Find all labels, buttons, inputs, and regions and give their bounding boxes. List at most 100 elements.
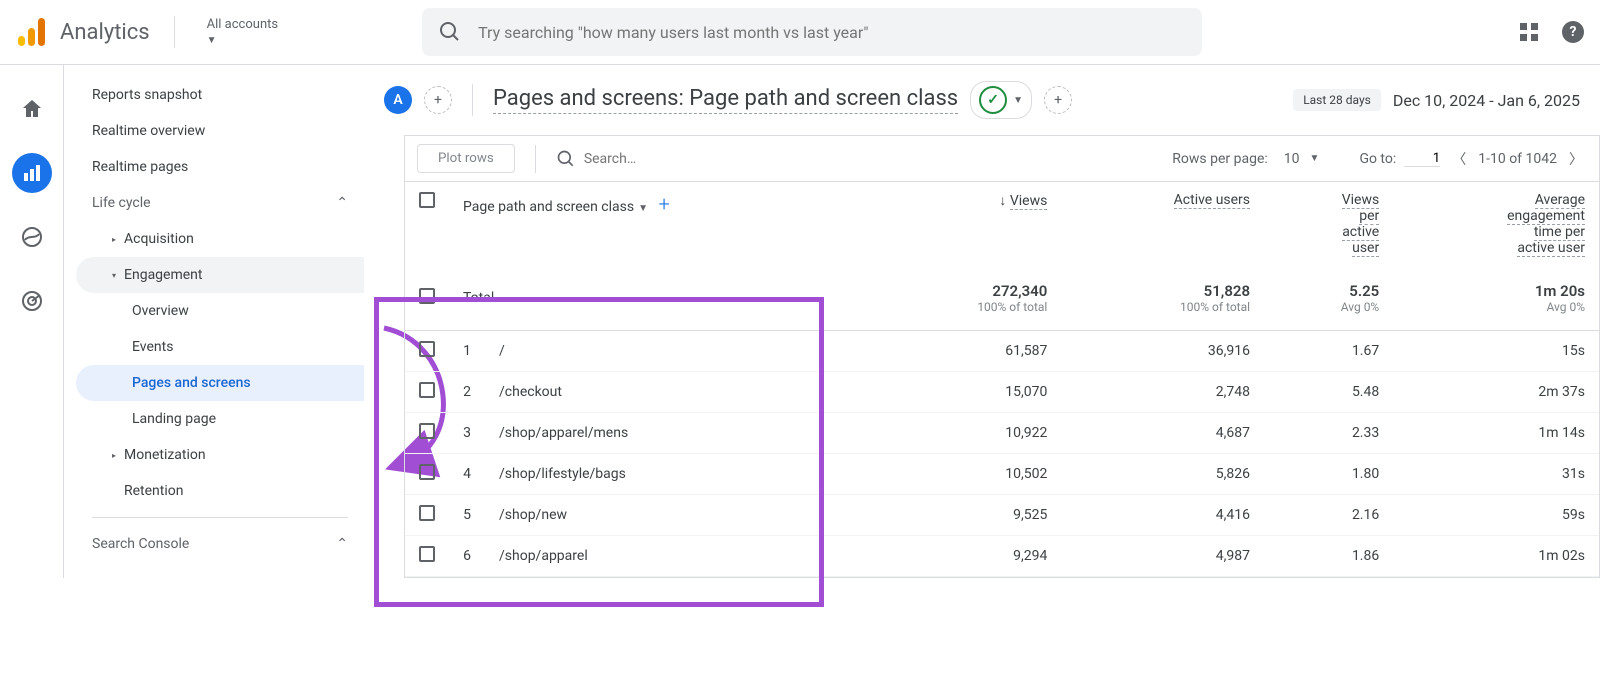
table-row[interactable]: 1/61,58736,9161.6715s: [405, 331, 1599, 372]
global-search[interactable]: [422, 8, 1202, 56]
row-checkbox[interactable]: [419, 423, 435, 439]
table-row[interactable]: 4/shop/lifestyle/bags10,5025,8261.8031s: [405, 454, 1599, 495]
row-index: 4: [449, 454, 485, 495]
nav-landing-page[interactable]: Landing page: [76, 401, 364, 437]
col-active-users[interactable]: Active users: [1061, 182, 1264, 266]
chevron-up-icon: ⌃: [336, 536, 348, 552]
row-path[interactable]: /shop/new: [485, 495, 871, 536]
table-row[interactable]: 3/shop/apparel/mens10,9224,6872.331m 14s: [405, 413, 1599, 454]
rail-advertising[interactable]: [12, 281, 52, 321]
caret-right-icon: ▸: [112, 451, 116, 460]
status-chip[interactable]: ✓ ▼: [970, 81, 1032, 119]
chevron-down-icon: ▼: [1013, 95, 1023, 106]
row-views-per-user: 1.67: [1264, 331, 1393, 372]
row-engagement-time: 1m 14s: [1393, 413, 1599, 454]
nav-retention[interactable]: Retention: [76, 473, 364, 509]
row-checkbox[interactable]: [419, 505, 435, 521]
nav-acquisition[interactable]: ▸Acquisition: [76, 221, 364, 257]
account-label: All accounts: [207, 17, 278, 33]
row-active-users: 4,687: [1061, 413, 1264, 454]
row-active-users: 4,987: [1061, 536, 1264, 577]
page-title: Pages and screens: Page path and screen …: [493, 86, 958, 114]
check-circle-icon: ✓: [979, 86, 1007, 114]
row-views-per-user: 5.48: [1264, 372, 1393, 413]
row-checkbox[interactable]: [419, 546, 435, 562]
chevron-down-icon: ▼: [638, 203, 648, 214]
row-active-users: 4,416: [1061, 495, 1264, 536]
account-selector[interactable]: All accounts ▼: [199, 17, 278, 47]
row-index: 3: [449, 413, 485, 454]
row-views: 9,294: [871, 536, 1061, 577]
add-dimension-button[interactable]: +: [658, 192, 669, 216]
row-engagement-time: 1m 02s: [1393, 536, 1599, 577]
date-range[interactable]: Dec 10, 2024 - Jan 6, 2025: [1393, 91, 1580, 110]
sort-down-icon: ↓: [999, 193, 1006, 209]
row-engagement-time: 59s: [1393, 495, 1599, 536]
row-checkbox[interactable]: [419, 341, 435, 357]
nav-engagement-events[interactable]: Events: [76, 329, 364, 365]
caret-down-icon: ▾: [112, 271, 116, 280]
row-views: 15,070: [871, 372, 1061, 413]
product-name: Analytics: [60, 20, 150, 45]
divider: [174, 16, 175, 48]
nav-engagement-overview[interactable]: Overview: [76, 293, 364, 329]
prev-page-button[interactable]: 〈: [1448, 145, 1470, 173]
rail-home[interactable]: [12, 89, 52, 129]
rail-explore[interactable]: [12, 217, 52, 257]
row-active-users: 2,748: [1061, 372, 1264, 413]
chevron-down-icon: ▼: [207, 35, 278, 47]
col-views[interactable]: ↓ Views: [871, 182, 1061, 266]
chevron-down-icon: ▼: [1310, 153, 1320, 164]
caret-right-icon: ▸: [112, 235, 116, 244]
table-row[interactable]: 6/shop/apparel9,2944,9871.861m 02s: [405, 536, 1599, 577]
table-row[interactable]: 5/shop/new9,5254,4162.1659s: [405, 495, 1599, 536]
col-avg-engagement[interactable]: Averageengagementtime peractive user: [1393, 182, 1599, 266]
col-views-per-user[interactable]: Viewsperactiveuser: [1264, 182, 1393, 266]
nav-section-lifecycle[interactable]: Life cycle⌃: [76, 185, 364, 221]
add-button[interactable]: +: [1044, 86, 1072, 114]
next-page-button[interactable]: 〉: [1565, 145, 1587, 173]
analytics-logo-icon: [16, 16, 48, 48]
search-input[interactable]: [478, 23, 1186, 42]
nav-realtime-pages[interactable]: Realtime pages: [76, 149, 364, 185]
select-total-checkbox[interactable]: [419, 288, 435, 304]
search-icon: [556, 149, 576, 169]
nav-reports-snapshot[interactable]: Reports snapshot: [76, 77, 364, 113]
row-path[interactable]: /shop/apparel: [485, 536, 871, 577]
row-index: 2: [449, 372, 485, 413]
table-search-input[interactable]: [584, 151, 762, 167]
total-label: Total: [449, 266, 871, 331]
row-checkbox[interactable]: [419, 464, 435, 480]
nav-section-search-console[interactable]: Search Console⌃: [76, 526, 364, 562]
apps-icon[interactable]: [1520, 23, 1538, 41]
row-path[interactable]: /: [485, 331, 871, 372]
row-views-per-user: 1.80: [1264, 454, 1393, 495]
row-views-per-user: 2.33: [1264, 413, 1393, 454]
help-icon[interactable]: ?: [1562, 21, 1584, 43]
row-views-per-user: 2.16: [1264, 495, 1393, 536]
segment-avatar[interactable]: A: [384, 86, 412, 114]
nav-engagement[interactable]: ▾Engagement: [76, 257, 364, 293]
row-checkbox[interactable]: [419, 382, 435, 398]
row-views-per-user: 1.86: [1264, 536, 1393, 577]
add-comparison-button[interactable]: +: [424, 86, 452, 114]
rows-per-page-select[interactable]: 10▼: [1276, 147, 1328, 171]
nav-realtime-overview[interactable]: Realtime overview: [76, 113, 364, 149]
row-index: 6: [449, 536, 485, 577]
date-preset-chip[interactable]: Last 28 days: [1293, 89, 1381, 111]
goto-input[interactable]: [1404, 151, 1440, 167]
dimension-picker[interactable]: Page path and screen class▼: [463, 199, 648, 215]
row-views: 10,502: [871, 454, 1061, 495]
chevron-up-icon: ⌃: [336, 195, 348, 211]
plot-rows-button[interactable]: Plot rows: [417, 144, 515, 173]
rail-reports[interactable]: [12, 153, 52, 193]
row-path[interactable]: /shop/apparel/mens: [485, 413, 871, 454]
row-path[interactable]: /checkout: [485, 372, 871, 413]
table-row[interactable]: 2/checkout15,0702,7485.482m 37s: [405, 372, 1599, 413]
select-all-checkbox[interactable]: [419, 192, 435, 208]
nav-pages-and-screens[interactable]: Pages and screens: [76, 365, 364, 401]
nav-monetization[interactable]: ▸Monetization: [76, 437, 364, 473]
sidebar: Reports snapshot Realtime overview Realt…: [64, 65, 364, 578]
row-path[interactable]: /shop/lifestyle/bags: [485, 454, 871, 495]
row-index: 5: [449, 495, 485, 536]
